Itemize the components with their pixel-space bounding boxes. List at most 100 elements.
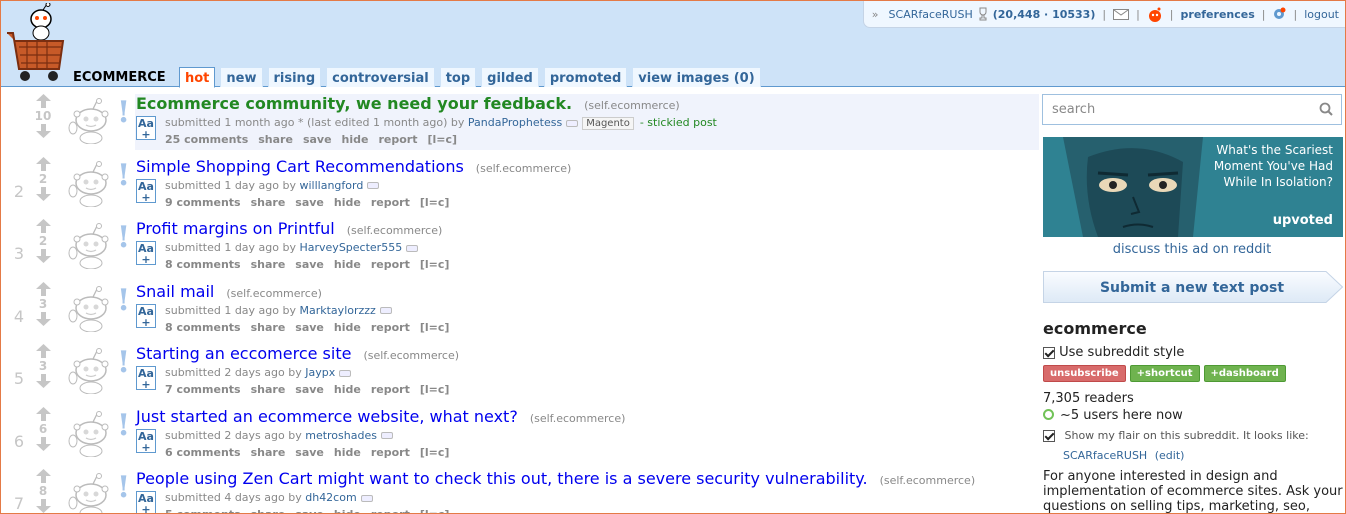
- flair-select-button[interactable]: Aa +: [136, 241, 156, 265]
- save-button[interactable]: save: [295, 508, 324, 513]
- mail-author-icon[interactable]: [360, 494, 373, 502]
- flair-select-button[interactable]: Aa +: [136, 178, 156, 203]
- hide-button[interactable]: hide: [334, 446, 361, 459]
- post-title-link[interactable]: Starting an eccomerce site: [136, 344, 351, 363]
- upvote-icon[interactable]: [35, 94, 51, 108]
- default-thumbnail-icon[interactable]: [65, 410, 113, 457]
- link-comments-button[interactable]: [l=c]: [420, 258, 450, 271]
- dashboard-button[interactable]: +dashboard: [1203, 365, 1286, 382]
- comments-link[interactable]: 8 comments: [165, 258, 241, 271]
- mail-author-icon[interactable]: [367, 182, 380, 189]
- share-button[interactable]: share: [251, 258, 286, 271]
- downvote-icon[interactable]: [35, 249, 51, 263]
- default-thumbnail-icon[interactable]: [65, 98, 113, 145]
- logout-link[interactable]: logout: [1304, 8, 1339, 21]
- username-link[interactable]: SCARfaceRUSH: [889, 8, 973, 21]
- default-thumbnail-icon[interactable]: [65, 473, 113, 513]
- flair-select-button[interactable]: Aa +: [136, 303, 156, 328]
- comments-link[interactable]: 5 comments: [165, 508, 241, 513]
- post-domain[interactable]: (self.ecommerce): [226, 287, 322, 300]
- upvote-icon[interactable]: [35, 281, 51, 296]
- comments-link[interactable]: 8 comments: [165, 321, 241, 334]
- tab-promoted[interactable]: promoted: [543, 67, 628, 87]
- unsubscribe-button[interactable]: unsubscribe: [1043, 365, 1126, 382]
- default-thumbnail-icon[interactable]: [65, 223, 113, 270]
- search-input[interactable]: search: [1042, 94, 1342, 125]
- hide-button[interactable]: hide: [334, 508, 361, 513]
- share-button[interactable]: share: [258, 133, 293, 146]
- flair-select-button[interactable]: Aa +: [136, 428, 156, 453]
- downvote-icon[interactable]: [35, 311, 51, 326]
- report-button[interactable]: report: [371, 508, 410, 513]
- report-button[interactable]: report: [371, 383, 410, 396]
- preferences-link[interactable]: preferences: [1181, 8, 1255, 21]
- save-button[interactable]: save: [303, 133, 332, 146]
- comments-link[interactable]: 9 comments: [165, 196, 241, 209]
- mail-icon[interactable]: [1113, 8, 1130, 20]
- upvote-icon[interactable]: [35, 156, 51, 171]
- link-comments-button[interactable]: [l=c]: [420, 321, 450, 334]
- post-author-link[interactable]: HarveySpecter555: [300, 241, 403, 254]
- default-thumbnail-icon[interactable]: [65, 348, 113, 395]
- save-button[interactable]: save: [295, 383, 324, 396]
- search-icon[interactable]: [1319, 102, 1333, 116]
- expand-icon[interactable]: »: [872, 8, 879, 21]
- mail-author-icon[interactable]: [406, 244, 419, 252]
- report-button[interactable]: report: [378, 133, 417, 146]
- comments-link[interactable]: 6 comments: [165, 446, 241, 459]
- show-flair-checkbox[interactable]: [1043, 430, 1055, 442]
- mail-author-icon[interactable]: [566, 119, 579, 127]
- tab-view-images[interactable]: view images (0): [632, 67, 761, 87]
- hide-button[interactable]: hide: [342, 133, 369, 146]
- subreddit-title[interactable]: ECOMMERCE: [73, 70, 166, 85]
- link-comments-button[interactable]: [l=c]: [427, 133, 457, 146]
- flair-select-button[interactable]: Aa +: [136, 366, 156, 390]
- upvote-icon[interactable]: [35, 344, 51, 358]
- tab-gilded[interactable]: gilded: [481, 67, 539, 87]
- share-button[interactable]: share: [251, 383, 286, 396]
- post-title-link[interactable]: Simple Shopping Cart Recommendations: [136, 157, 464, 176]
- downvote-icon[interactable]: [35, 186, 51, 201]
- post-title-link[interactable]: People using Zen Cart might want to chec…: [136, 469, 868, 488]
- post-author-link[interactable]: PandaProphetess: [468, 116, 562, 129]
- link-comments-button[interactable]: [l=c]: [420, 383, 450, 396]
- upvote-icon[interactable]: [35, 219, 51, 233]
- flair-edit-link[interactable]: (edit): [1155, 449, 1185, 462]
- gear-icon[interactable]: [1272, 7, 1286, 21]
- tab-rising[interactable]: rising: [267, 67, 322, 87]
- default-thumbnail-icon[interactable]: [65, 160, 113, 207]
- hide-button[interactable]: hide: [334, 196, 361, 209]
- post-title-link[interactable]: Just started an ecommerce website, what …: [136, 407, 518, 426]
- mail-author-icon[interactable]: [339, 369, 352, 377]
- post-domain[interactable]: (self.ecommerce): [476, 162, 572, 175]
- post-author-link[interactable]: Jaypx: [305, 366, 335, 379]
- share-button[interactable]: share: [251, 508, 286, 513]
- downvote-icon[interactable]: [35, 374, 51, 388]
- submit-text-post-label[interactable]: Submit a new text post: [1042, 280, 1342, 296]
- downvote-icon[interactable]: [35, 499, 51, 513]
- chat-icon[interactable]: [1147, 7, 1163, 22]
- flair-select-button[interactable]: Aa +: [136, 116, 156, 140]
- mail-author-icon[interactable]: [379, 307, 392, 314]
- post-author-link[interactable]: Marktaylorzzz: [300, 304, 376, 317]
- downvote-icon[interactable]: [35, 124, 51, 138]
- tab-top[interactable]: top: [439, 67, 477, 87]
- hide-button[interactable]: hide: [334, 383, 361, 396]
- report-button[interactable]: report: [371, 321, 410, 334]
- save-button[interactable]: save: [295, 258, 324, 271]
- report-button[interactable]: report: [371, 258, 410, 271]
- post-title-link[interactable]: Snail mail: [136, 282, 214, 301]
- discuss-ad-link[interactable]: discuss this ad on reddit: [1042, 242, 1342, 257]
- upvote-icon[interactable]: [35, 469, 51, 483]
- save-button[interactable]: save: [295, 321, 324, 334]
- mail-author-icon[interactable]: [380, 432, 393, 439]
- flair-select-button[interactable]: Aa +: [136, 491, 156, 513]
- post-title-link[interactable]: Profit margins on Printful: [136, 219, 335, 238]
- link-comments-button[interactable]: [l=c]: [420, 446, 450, 459]
- share-button[interactable]: share: [251, 446, 286, 459]
- report-button[interactable]: report: [371, 196, 410, 209]
- post-domain[interactable]: (self.ecommerce): [584, 99, 680, 112]
- downvote-icon[interactable]: [35, 436, 51, 451]
- comments-link[interactable]: 7 comments: [165, 383, 241, 396]
- comments-link[interactable]: 25 comments: [165, 133, 248, 146]
